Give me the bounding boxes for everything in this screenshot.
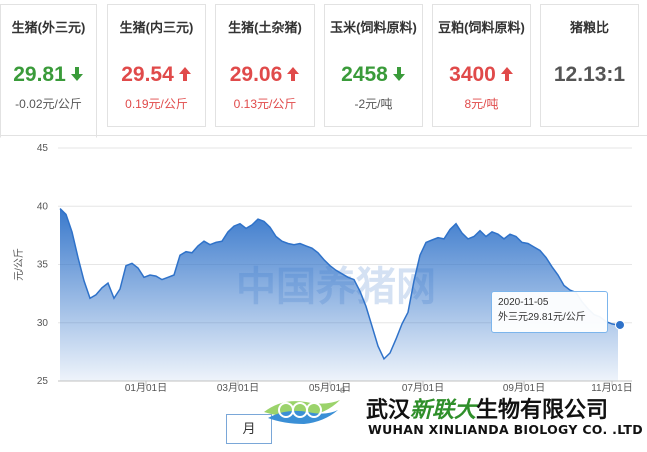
card-corn[interactable]: 玉米(饲料原料) 2458 -2元/吨 [324,4,423,127]
card-pig-grain-ratio[interactable]: 猪粮比 12.13:1 [540,4,639,127]
card-price: 29.54 [108,63,205,87]
y-tick-label: 30 [37,318,49,329]
tooltip-value: 外三元29.81元/公斤 [498,312,586,323]
card-pig-inner[interactable]: 生猪(内三元) 29.54 0.19元/公斤 [107,4,206,127]
arrow-up-icon [286,64,300,81]
card-title: 猪粮比 [569,20,609,35]
card-price: 29.06 [216,63,314,87]
card-price: 3400 [433,63,530,87]
company-name-cn: 武汉新联大生物有限公司 [366,397,609,423]
card-pig-outer[interactable]: 生猪(外三元) 29.81 -0.02元/公斤 [0,4,97,138]
arrow-up-icon [500,64,514,81]
y-tick-label: 45 [37,143,49,154]
y-tick-label: 25 [37,376,49,387]
card-title: 生猪(内三元) [119,20,194,35]
card-delta: 0.13元/公斤 [233,97,297,111]
chart-tooltip: 2020-11-05 外三元29.81元/公斤 [491,291,608,333]
arrow-up-icon [178,64,192,81]
y-tick-label: 35 [37,260,49,271]
x-tick-label: 03月01日 [217,382,259,394]
card-price: 12.13:1 [553,63,626,86]
card-delta: -0.02元/公斤 [15,97,82,111]
arrow-down-icon [70,64,84,81]
tooltip-point [615,319,625,330]
card-title: 豆粕(饲料原料) [438,20,525,35]
y-tick-label: 40 [37,201,49,212]
card-price: 29.81 [1,63,96,87]
card-delta: 8元/吨 [464,97,499,111]
card-pig-local[interactable]: 生猪(土杂猪) 29.06 0.13元/公斤 [215,4,315,127]
card-title: 玉米(饲料原料) [330,20,417,35]
card-soymeal[interactable]: 豆粕(饲料原料) 3400 8元/吨 [432,4,531,127]
y-axis-label: 元/公斤 [13,248,25,281]
company-name-en: WUHAN XINLIANDA BIOLOGY CO. .LTD [368,422,643,437]
registered-mark: ® [340,388,346,395]
card-delta: 0.19元/公斤 [125,97,188,111]
x-tick-label: 01月01日 [125,382,167,394]
tooltip-date: 2020-11-05 [498,297,549,308]
company-logo-icon [264,400,340,424]
card-title: 生猪(土杂猪) [228,20,302,35]
price-cards: 生猪(外三元) 29.81 -0.02元/公斤 生猪(内三元) 29.54 0.… [0,0,647,138]
card-delta: -2元/吨 [354,97,393,111]
company-logo: ® 武汉新联大生物有限公司 WUHAN XINLIANDA BIOLOGY CO… [262,386,647,452]
card-price: 2458 [325,63,422,87]
card-title: 生猪(外三元) [11,20,86,35]
arrow-down-icon [392,64,406,81]
